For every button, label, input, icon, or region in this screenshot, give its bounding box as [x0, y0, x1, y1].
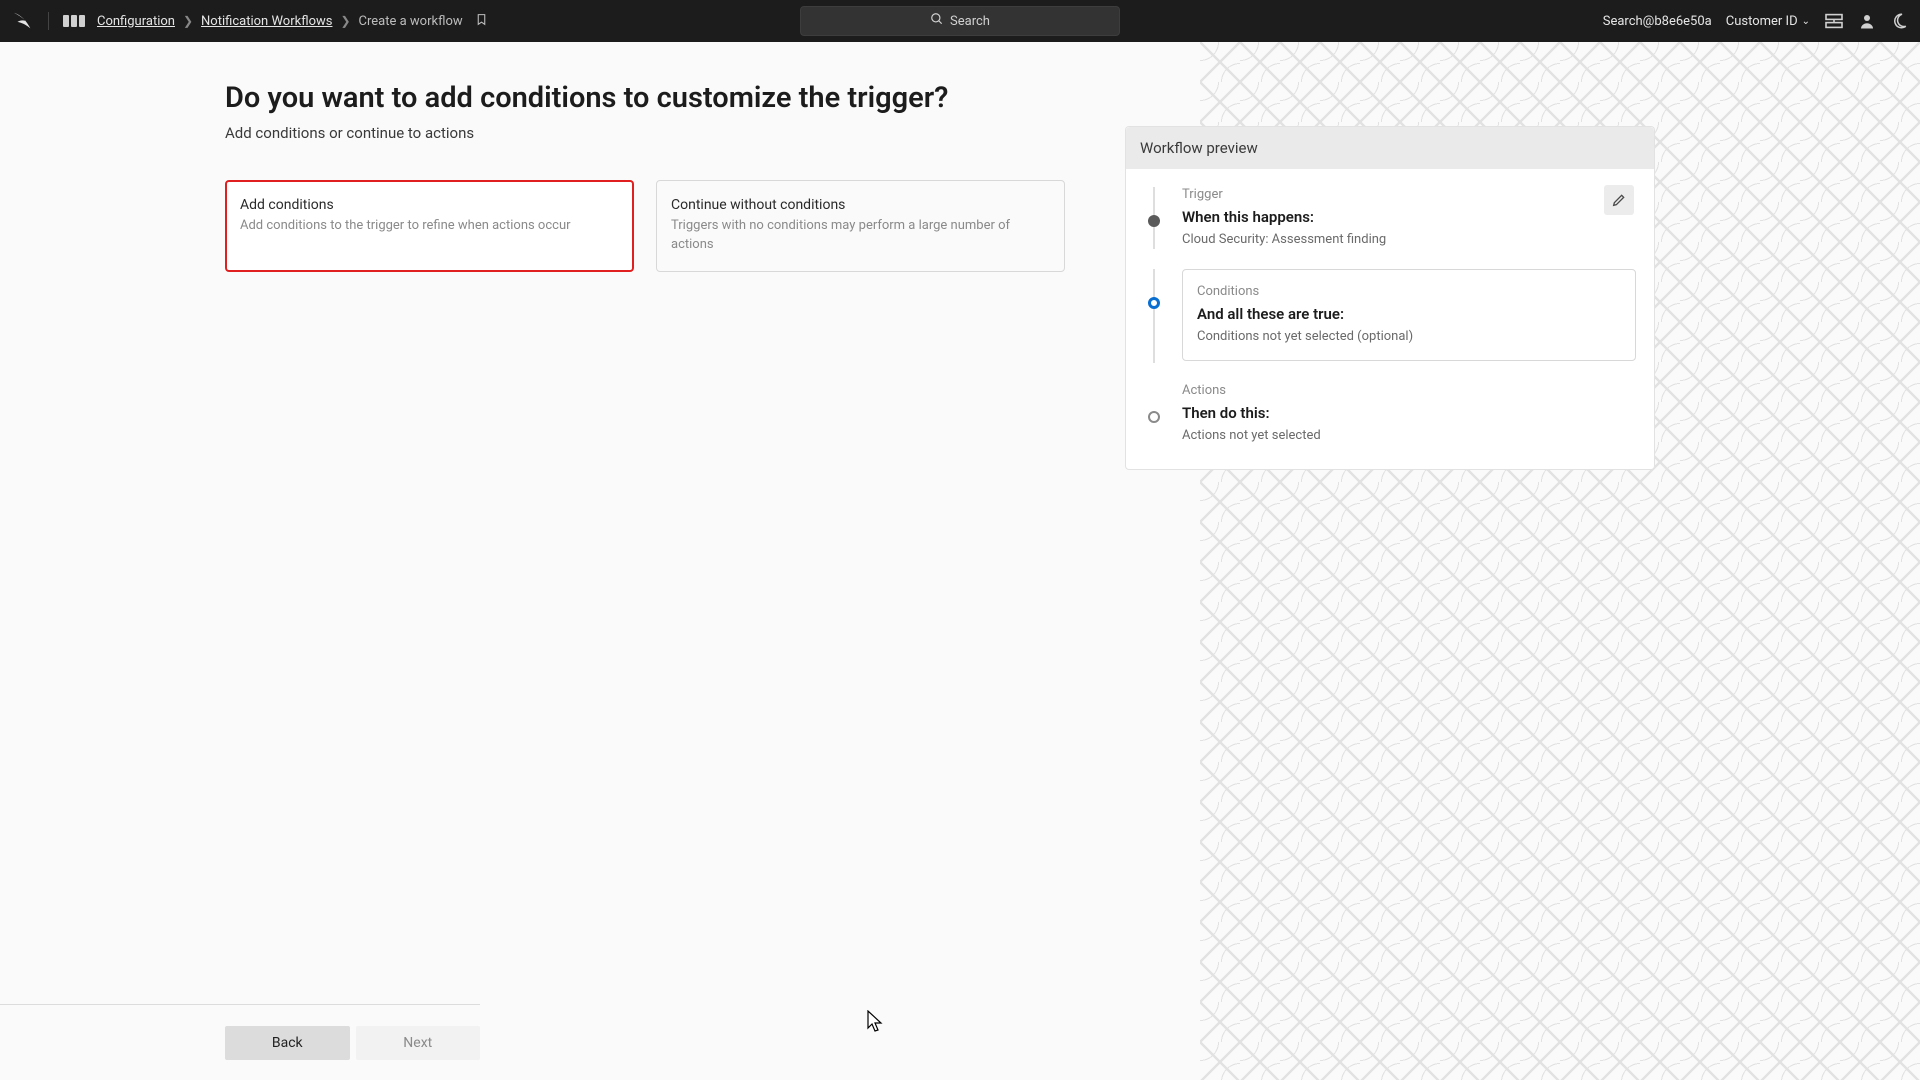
customer-id-label: Customer ID	[1726, 14, 1798, 29]
actions-label: Actions	[1182, 383, 1636, 398]
conditions-label: Conditions	[1197, 284, 1621, 299]
step-marker-actions	[1148, 411, 1160, 423]
workflow-preview-panel: Workflow preview Trigger When this happe…	[1125, 126, 1655, 470]
conditions-step-card: Conditions And all these are true: Condi…	[1182, 269, 1636, 361]
global-search[interactable]: Search	[800, 6, 1120, 36]
conditions-description: Conditions not yet selected (optional)	[1197, 329, 1621, 344]
breadcrumb-configuration[interactable]: Configuration	[97, 14, 175, 29]
actions-description: Actions not yet selected	[1182, 428, 1636, 443]
trigger-label: Trigger	[1182, 187, 1636, 202]
customer-id-dropdown[interactable]: Customer ID ⌄	[1726, 14, 1810, 29]
main-content: Do you want to add conditions to customi…	[0, 42, 1200, 1080]
user-label: Search@b8e6e50a	[1603, 14, 1712, 29]
search-placeholder: Search	[950, 14, 990, 29]
option-description: Triggers with no conditions may perform …	[671, 217, 1050, 255]
breadcrumb-current: Create a workflow	[359, 14, 463, 29]
next-button: Next	[356, 1026, 481, 1060]
search-icon	[930, 12, 944, 30]
activity-icon[interactable]	[1824, 13, 1844, 29]
page-subtitle: Add conditions or continue to actions	[225, 124, 1065, 142]
breadcrumb: Configuration ❯ Notification Workflows ❯…	[97, 12, 488, 31]
step-marker-trigger	[1148, 215, 1160, 227]
option-description: Add conditions to the trigger to refine …	[240, 217, 619, 236]
workflow-preview-header: Workflow preview	[1126, 127, 1654, 169]
option-continue-without-conditions[interactable]: Continue without conditions Triggers wit…	[656, 180, 1065, 272]
chevron-right-icon: ❯	[340, 14, 350, 28]
option-title: Add conditions	[240, 197, 619, 213]
step-marker-conditions	[1148, 297, 1160, 309]
bookmark-icon[interactable]	[475, 12, 488, 31]
edit-trigger-button[interactable]	[1604, 185, 1634, 215]
option-title: Continue without conditions	[671, 197, 1050, 213]
trigger-title: When this happens:	[1182, 208, 1636, 226]
trigger-description: Cloud Security: Assessment finding	[1182, 232, 1636, 247]
top-bar: Configuration ❯ Notification Workflows ❯…	[0, 0, 1920, 42]
option-add-conditions[interactable]: Add conditions Add conditions to the tri…	[225, 180, 634, 272]
back-button[interactable]: Back	[225, 1026, 350, 1060]
conditions-title: And all these are true:	[1197, 305, 1621, 323]
breadcrumb-notification-workflows[interactable]: Notification Workflows	[201, 14, 332, 29]
profile-icon[interactable]	[1858, 12, 1876, 30]
actions-title: Then do this:	[1182, 404, 1636, 422]
app-switcher-icon[interactable]	[63, 15, 85, 27]
falcon-logo-icon[interactable]	[12, 10, 34, 32]
separator	[48, 12, 49, 30]
chevron-down-icon: ⌄	[1802, 16, 1810, 27]
theme-toggle-icon[interactable]	[1890, 12, 1908, 30]
chevron-right-icon: ❯	[183, 14, 193, 28]
page-title: Do you want to add conditions to customi…	[225, 80, 1065, 116]
wizard-footer: Back Next	[0, 1004, 480, 1080]
